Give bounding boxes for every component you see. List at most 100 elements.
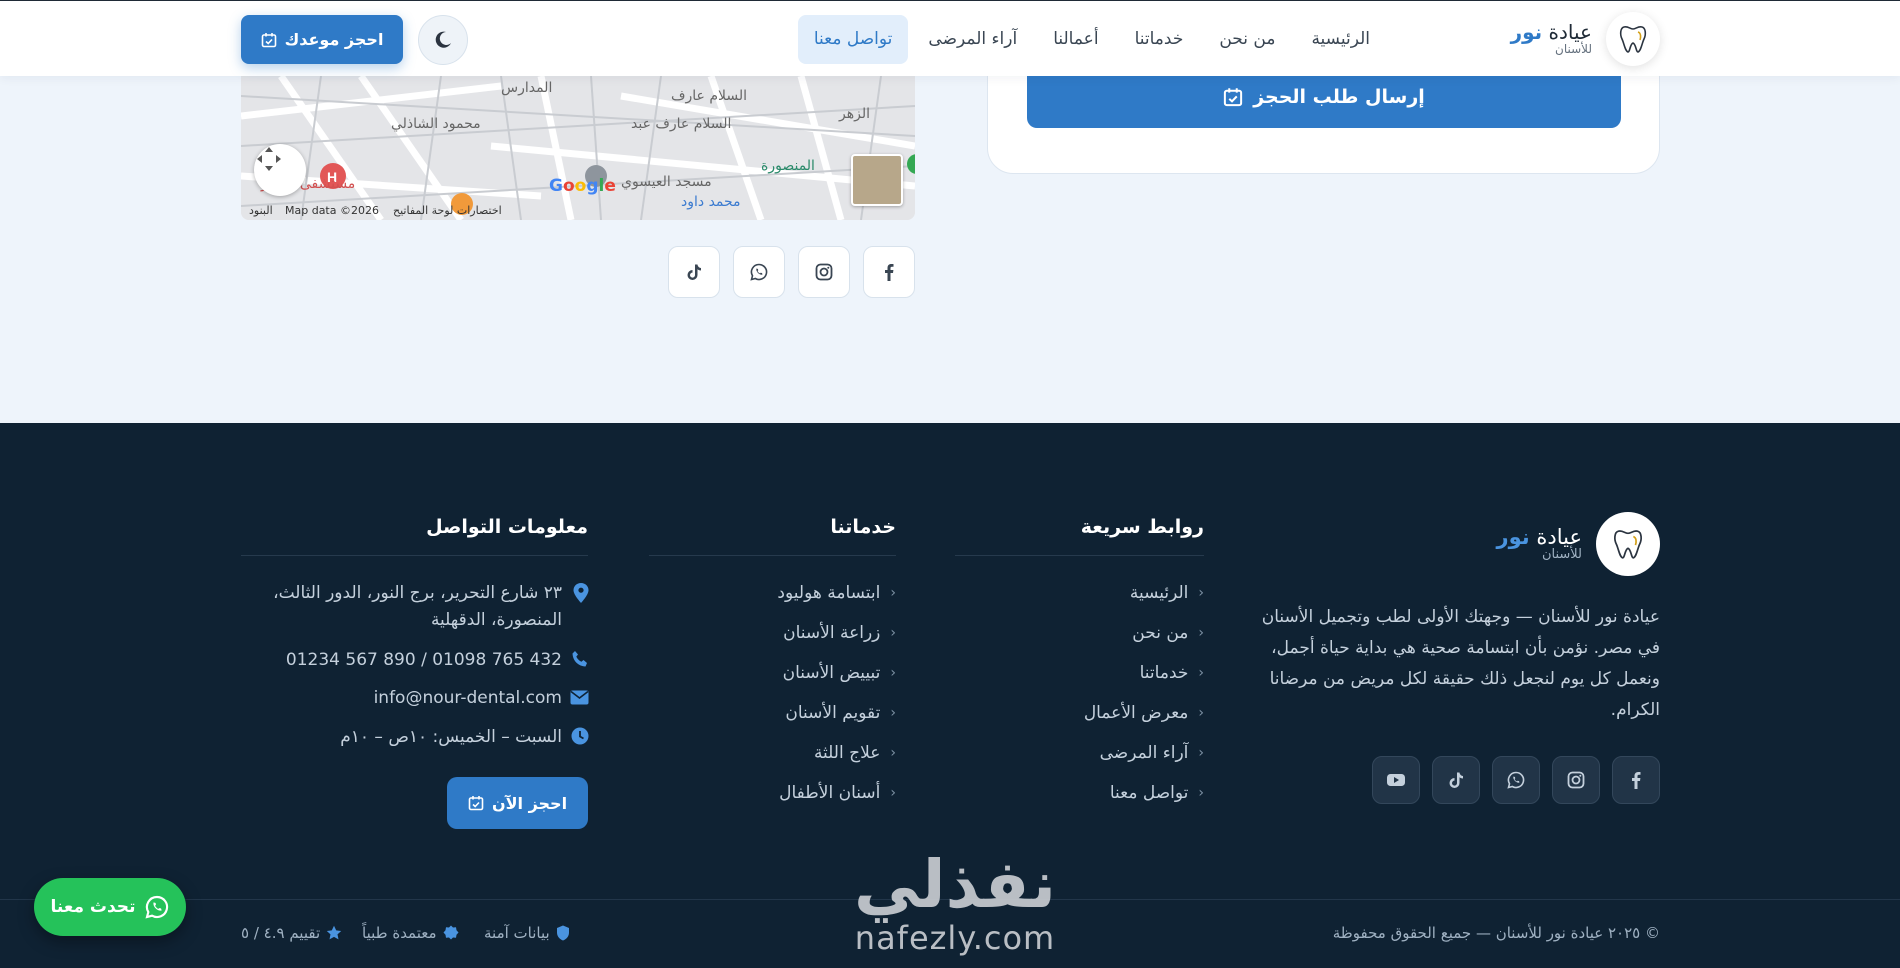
chevron-right-icon: › xyxy=(890,585,896,601)
book-appointment-button[interactable]: احجز موعدك xyxy=(241,15,403,64)
footer-service-orthodontics[interactable]: تقويم الأسنان › xyxy=(785,703,896,723)
footer-link-contact[interactable]: تواصل معنا › xyxy=(1110,783,1204,803)
whatsapp-button[interactable] xyxy=(733,246,785,298)
instagram-icon xyxy=(815,263,833,281)
map-place-label: المنصورة xyxy=(761,158,815,174)
facebook-button[interactable] xyxy=(863,246,915,298)
instagram-button[interactable] xyxy=(798,246,850,298)
footer-service-gums[interactable]: علاج اللثة › xyxy=(814,743,896,763)
footer-service-label: علاج اللثة xyxy=(813,743,881,763)
submit-booking-label: إرسال طلب الحجز xyxy=(1253,86,1425,108)
secure-data-badge: بيانات آمنة xyxy=(484,924,570,942)
nav-contact[interactable]: تواصل معنا xyxy=(797,15,909,64)
youtube-icon xyxy=(1387,774,1405,786)
book-appointment-label: احجز موعدك xyxy=(284,30,384,49)
footer-facebook-button[interactable] xyxy=(1612,756,1660,804)
footer-logo-text: عيادة نور للأسنان xyxy=(1497,526,1582,562)
location-map[interactable]: H السلام عارف السلام عارف عبد المنصورة م… xyxy=(241,76,915,220)
book-now-label: احجز الآن xyxy=(491,793,568,813)
map-street-label: المدارس xyxy=(501,80,553,96)
chevron-right-icon: › xyxy=(1198,705,1204,721)
footer-logo-subtitle: للأسنان xyxy=(1541,547,1582,563)
map-pan-control[interactable] xyxy=(254,144,306,196)
logo-name-text: عيادة xyxy=(1548,20,1592,45)
footer-youtube-button[interactable] xyxy=(1372,756,1420,804)
whatsapp-icon xyxy=(145,895,169,919)
map-terms-link[interactable]: البنود xyxy=(249,204,273,217)
chevron-right-icon: › xyxy=(1198,785,1204,801)
logo-text: عيادة نور للأسنان xyxy=(1511,22,1592,56)
contact-address: ٢٣ شارع التحرير، برج النور، الدور الثالث… xyxy=(273,583,562,630)
footer-service-label: أسنان الأطفال xyxy=(779,783,881,803)
nav-about[interactable]: من نحن xyxy=(1203,15,1291,64)
footer-service-label: ابتسامة هوليود xyxy=(777,583,881,603)
footer-service-implants[interactable]: زراعة الأسنان › xyxy=(783,623,896,643)
badge-label: بيانات آمنة xyxy=(484,924,550,942)
nav-home[interactable]: الرئيسية xyxy=(1295,15,1386,64)
chevron-right-icon: › xyxy=(890,625,896,641)
tooth-icon xyxy=(1606,12,1660,66)
nav-works[interactable]: أعمالنا xyxy=(1037,15,1114,64)
medical-certified-badge: معتمدة طبياً xyxy=(362,924,459,942)
footer-link-reviews[interactable]: آراء المرضى › xyxy=(1100,743,1204,763)
logo-name: عيادة نور xyxy=(1511,22,1592,43)
footer-service-hollywood-smile[interactable]: ابتسامة هوليود › xyxy=(777,583,896,603)
contact-email[interactable]: info@nour-dental.com xyxy=(374,685,562,712)
site-logo[interactable]: عيادة نور للأسنان xyxy=(1511,12,1660,66)
map-roads: H xyxy=(241,76,915,220)
phone-icon xyxy=(572,651,587,667)
footer-about-text: عيادة نور للأسنان — وجهتك الأولى لطب وتج… xyxy=(1261,607,1660,720)
map-place-label: مسجد العيسوي xyxy=(621,174,712,190)
tiktok-button[interactable] xyxy=(668,246,720,298)
footer-link-label: الرئيسية xyxy=(1129,583,1189,603)
chevron-right-icon: › xyxy=(890,785,896,801)
tooth-icon xyxy=(1596,512,1660,576)
footer-service-kids[interactable]: أسنان الأطفال › xyxy=(779,783,896,803)
footer-service-label: تبييض الأسنان xyxy=(782,663,881,683)
map-street-label: محمود الشاذلي xyxy=(391,116,481,132)
footer-logo[interactable]: عيادة نور للأسنان xyxy=(1497,512,1660,576)
contact-phone[interactable]: 01234 567 890 / 01098 765 432 xyxy=(286,647,562,674)
footer-link-label: من نحن xyxy=(1132,623,1189,643)
map-street-label: السلام عارف xyxy=(671,88,748,104)
quick-links-divider xyxy=(955,555,1204,556)
badge-label: تقييم ٤.٩ / ٥ xyxy=(241,924,321,942)
footer-link-label: خدماتنا xyxy=(1139,663,1189,683)
footer-tiktok-button[interactable] xyxy=(1432,756,1480,804)
footer-service-whitening[interactable]: تبييض الأسنان › xyxy=(783,663,896,683)
footer-logo-name-text: عيادة xyxy=(1536,525,1582,550)
footer-whatsapp-button[interactable] xyxy=(1492,756,1540,804)
map-satellite-toggle[interactable] xyxy=(851,154,903,206)
watermark: نفذلي nafezly.com xyxy=(845,850,1065,957)
quick-links-title: روابط سريعة xyxy=(1080,516,1204,538)
main-nav: الرئيسية من نحن خدماتنا أعمالنا آراء الم… xyxy=(797,15,1386,64)
chevron-right-icon: › xyxy=(890,705,896,721)
map-data-label: Map data ©2026 xyxy=(285,204,379,217)
chevron-right-icon: › xyxy=(1198,745,1204,761)
footer-link-about[interactable]: من نحن › xyxy=(1132,623,1204,643)
footer-link-home[interactable]: الرئيسية › xyxy=(1130,583,1204,603)
services-divider xyxy=(649,555,896,556)
clock-icon xyxy=(571,727,589,745)
footer-logo-name-highlight: نور xyxy=(1496,525,1530,550)
star-icon xyxy=(326,925,342,940)
nav-services[interactable]: خدماتنا xyxy=(1119,15,1200,64)
certificate-icon xyxy=(443,925,459,940)
footer-link-services[interactable]: خدماتنا › xyxy=(1140,663,1204,683)
nav-reviews[interactable]: آراء المرضى xyxy=(912,15,1033,64)
logo-subtitle: للأسنان xyxy=(1555,42,1592,57)
move-icon xyxy=(257,147,281,171)
whatsapp-icon xyxy=(750,263,768,281)
whatsapp-chat-button[interactable]: تحدث معنا xyxy=(34,878,186,936)
badge-label: معتمدة طبياً xyxy=(362,924,437,942)
footer-instagram-button[interactable] xyxy=(1552,756,1600,804)
footer-link-gallery[interactable]: معرض الأعمال › xyxy=(1084,703,1204,723)
book-now-button[interactable]: احجز الآن xyxy=(447,777,588,829)
logo-name-highlight: نور xyxy=(1510,20,1543,45)
envelope-icon xyxy=(570,690,589,705)
footer-service-label: زراعة الأسنان xyxy=(783,623,881,643)
facebook-icon xyxy=(1632,772,1641,789)
watermark-latin: nafezly.com xyxy=(854,919,1056,957)
map-shortcuts-link[interactable]: اختصارات لوحة المفاتيح xyxy=(393,204,502,217)
theme-toggle-button[interactable] xyxy=(418,15,468,65)
